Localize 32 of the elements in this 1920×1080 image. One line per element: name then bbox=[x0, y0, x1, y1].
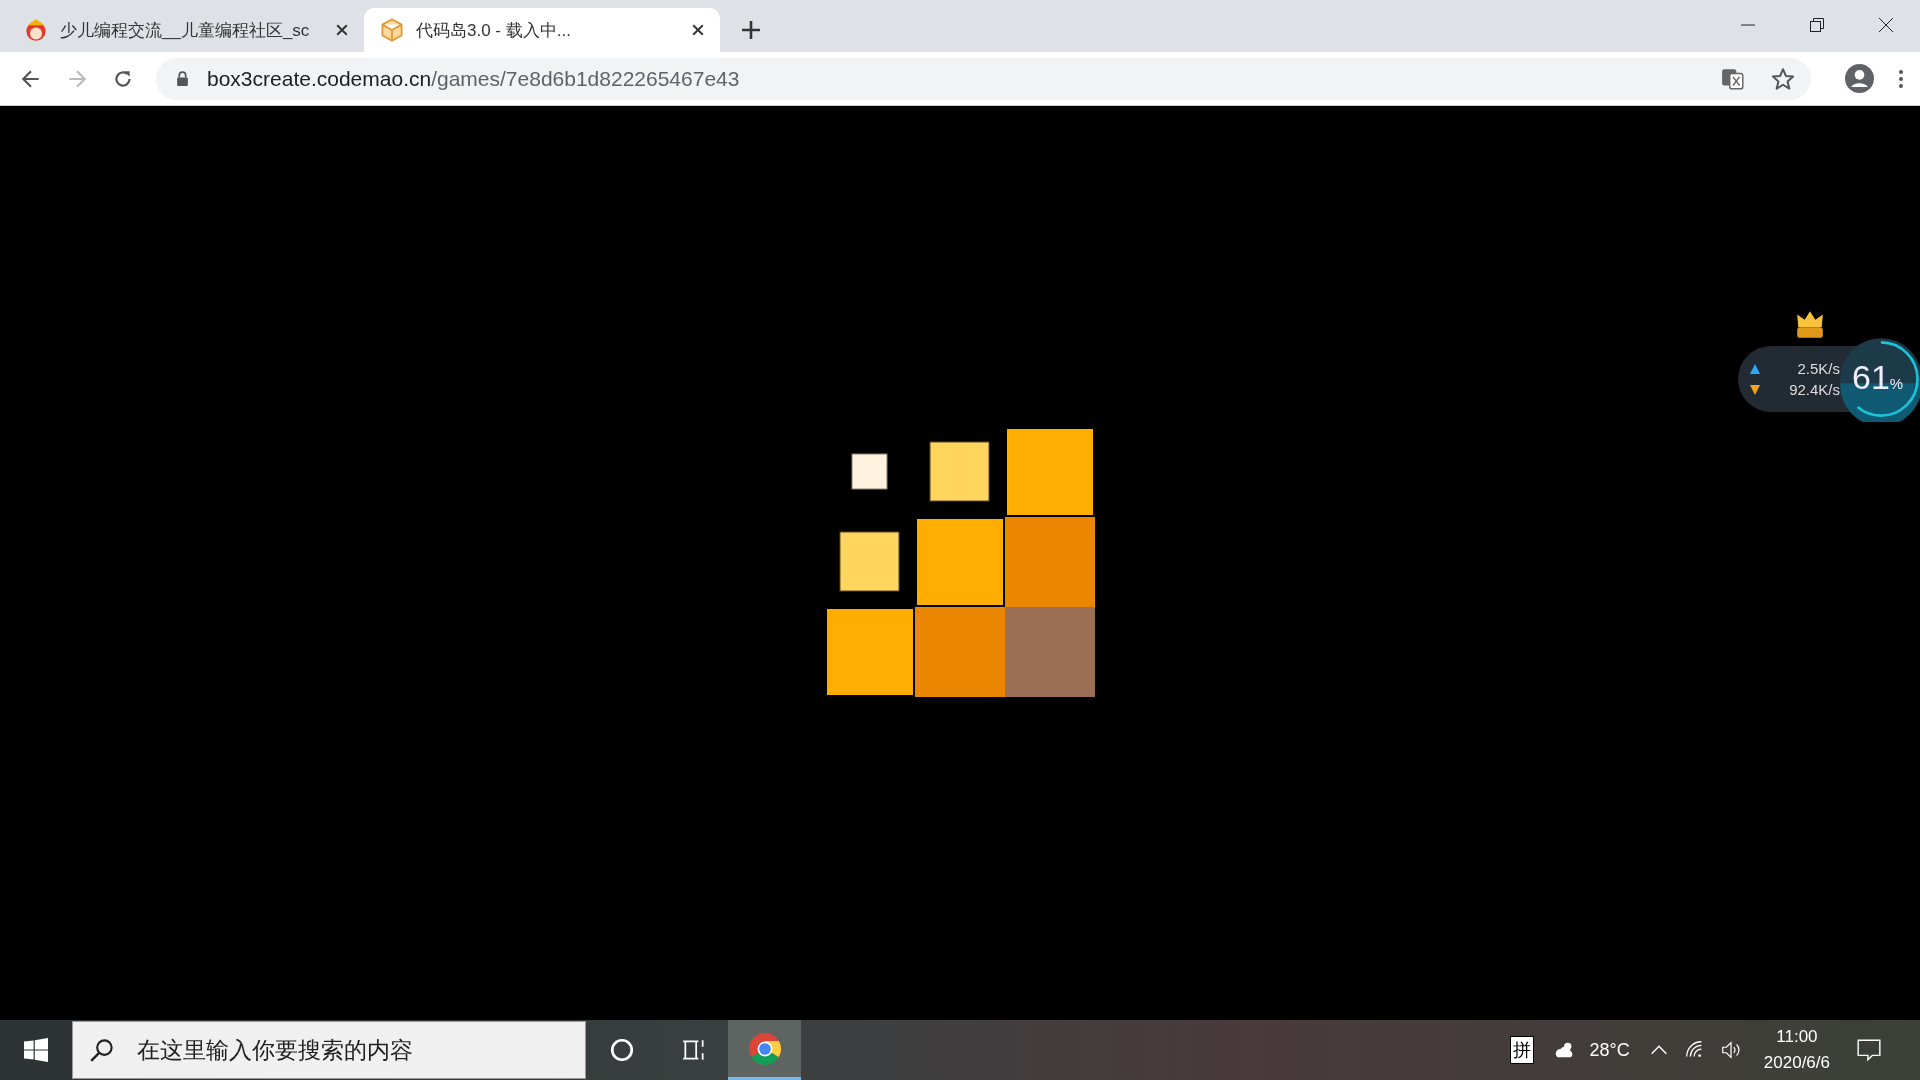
taskbar-app-button[interactable] bbox=[728, 1020, 801, 1080]
cube-icon bbox=[380, 18, 404, 42]
taskbar-clock[interactable]: 11:00 2020/6/6 bbox=[1763, 1024, 1830, 1076]
upload-speed: 2.5K/s bbox=[1796, 360, 1840, 377]
url-text: box3create.codemao.cn/games/7e8d6b1d822265467e43 bbox=[207, 66, 740, 91]
upload-icon bbox=[1750, 363, 1760, 374]
lock-icon bbox=[176, 71, 189, 86]
close-icon[interactable] bbox=[692, 24, 704, 36]
menu-icon[interactable] bbox=[1898, 68, 1904, 89]
taskbar-search-field[interactable]: 在这里输入你要搜索的内容 bbox=[72, 1021, 586, 1079]
close-icon[interactable] bbox=[336, 24, 348, 36]
browser-tab[interactable]: 少儿编程交流__儿童编程社区_sc bbox=[8, 8, 364, 52]
chrome-icon bbox=[747, 1031, 782, 1066]
close-icon[interactable] bbox=[1879, 18, 1893, 32]
new-tab-icon[interactable] bbox=[742, 21, 760, 39]
download-icon bbox=[1750, 384, 1760, 395]
notification-icon[interactable] bbox=[1856, 1037, 1882, 1063]
browser-tab[interactable]: 代码岛3.0 - 载入中... bbox=[364, 8, 720, 52]
download-speed: 92.4K/s bbox=[1788, 381, 1840, 398]
cortana-icon[interactable] bbox=[609, 1037, 635, 1063]
profile-icon[interactable] bbox=[1845, 64, 1874, 93]
restore-icon[interactable] bbox=[1810, 18, 1824, 32]
temperature-text: 28°C bbox=[1589, 1039, 1630, 1061]
windows-start-icon[interactable] bbox=[24, 1038, 48, 1062]
address-field[interactable]: box3create.codemao.cn/games/7e8d6b1d822265467e43 bbox=[156, 57, 1811, 100]
star-icon[interactable] bbox=[1771, 66, 1795, 91]
percent-text: 61% bbox=[1852, 358, 1904, 397]
translate-icon[interactable] bbox=[1721, 66, 1745, 91]
volume-icon[interactable] bbox=[1719, 1039, 1742, 1061]
input-method-indicator[interactable]: 拼 bbox=[1509, 1036, 1534, 1064]
mascot-icon bbox=[24, 18, 48, 42]
task-view-icon[interactable] bbox=[681, 1037, 707, 1063]
